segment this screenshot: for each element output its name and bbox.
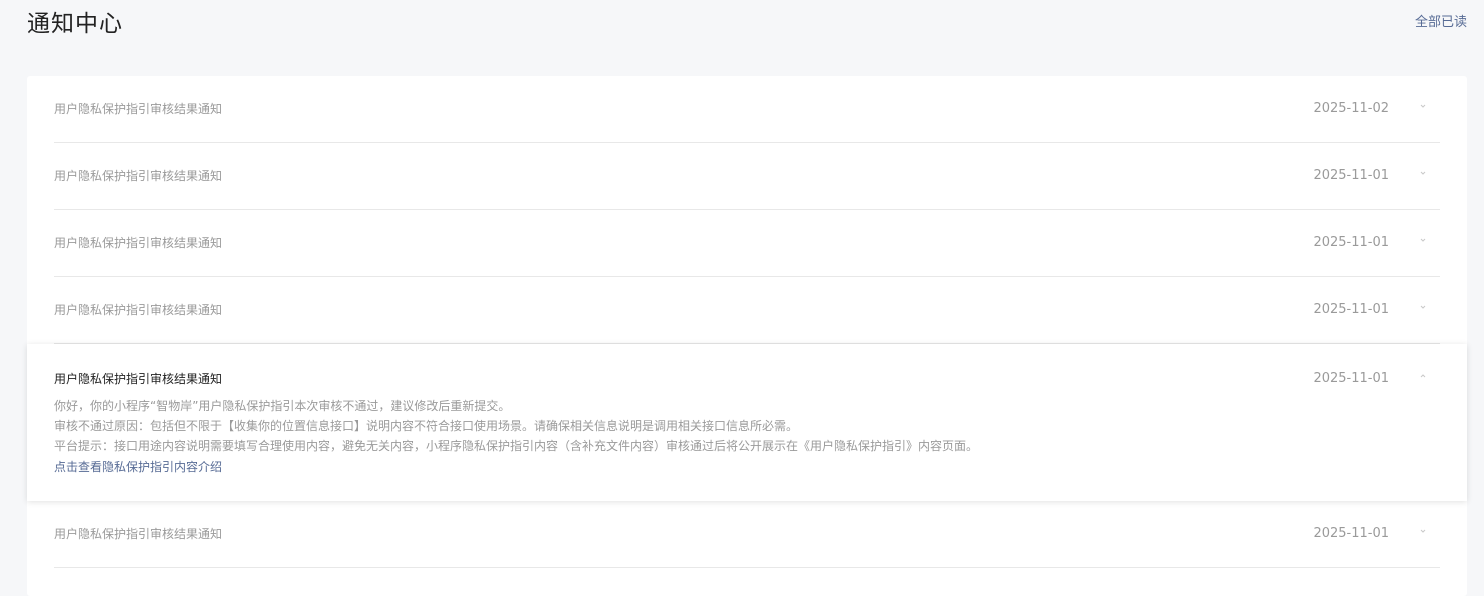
notification-title: 用户隐私保护指引审核结果通知 xyxy=(54,169,223,183)
notification-date: 2025-11-01 xyxy=(1313,302,1389,317)
notification-item[interactable]: 用户隐私保护指引审核结果通知 2025-11-01 xyxy=(54,143,1440,210)
notification-body-line: 你好，你的小程序“智物岸”用户隐私保护指引本次审核不通过，建议修改后重新提交。 xyxy=(54,399,511,413)
chevron-down-icon[interactable] xyxy=(1418,101,1428,111)
notification-list: 用户隐私保护指引审核结果通知 2025-11-02 用户隐私保护指引审核结果通知… xyxy=(27,76,1467,568)
chevron-up-icon[interactable] xyxy=(1418,371,1428,381)
notification-body-line: 平台提示：接口用途内容说明需要填写合理使用内容，避免无关内容，小程序隐私保护指引… xyxy=(54,439,979,453)
chevron-down-icon[interactable] xyxy=(1418,235,1428,245)
notification-date: 2025-11-01 xyxy=(1313,235,1389,250)
notification-item-expanded[interactable]: 用户隐私保护指引审核结果通知 2025-11-01 你好，你的小程序“智物岸”用… xyxy=(27,344,1467,501)
notification-item[interactable]: 用户隐私保护指引审核结果通知 2025-11-01 xyxy=(54,501,1440,568)
notification-item[interactable]: 用户隐私保护指引审核结果通知 2025-11-01 xyxy=(54,277,1440,344)
notification-title: 用户隐私保护指引审核结果通知 xyxy=(54,236,223,250)
notification-body-line: 审核不通过原因：包括但不限于【收集你的位置信息接口】说明内容不符合接口使用场景。… xyxy=(54,419,799,433)
mark-all-read-link[interactable]: 全部已读 xyxy=(1415,14,1467,32)
notification-panel: 用户隐私保护指引审核结果通知 2025-11-02 用户隐私保护指引审核结果通知… xyxy=(27,76,1467,596)
chevron-down-icon[interactable] xyxy=(1418,168,1428,178)
privacy-guide-link[interactable]: 点击查看隐私保护指引内容介绍 xyxy=(54,457,222,477)
notification-title: 用户隐私保护指引审核结果通知 xyxy=(54,102,223,116)
chevron-down-icon[interactable] xyxy=(1418,302,1428,312)
notification-title: 用户隐私保护指引审核结果通知 xyxy=(54,303,223,317)
notification-title: 用户隐私保护指引审核结果通知 xyxy=(54,372,223,386)
notification-item[interactable]: 用户隐私保护指引审核结果通知 2025-11-01 xyxy=(54,210,1440,277)
notification-body: 你好，你的小程序“智物岸”用户隐私保护指引本次审核不通过，建议修改后重新提交。 … xyxy=(54,396,1440,456)
notification-item[interactable]: 用户隐私保护指引审核结果通知 2025-11-02 xyxy=(54,76,1440,143)
chevron-down-icon[interactable] xyxy=(1418,526,1428,536)
notification-date: 2025-11-01 xyxy=(1313,526,1389,541)
page-title: 通知中心 xyxy=(27,11,123,37)
notification-date: 2025-11-01 xyxy=(1313,168,1389,183)
notification-date: 2025-11-02 xyxy=(1313,101,1389,116)
notification-date: 2025-11-01 xyxy=(1313,371,1389,386)
notification-title: 用户隐私保护指引审核结果通知 xyxy=(54,527,223,541)
